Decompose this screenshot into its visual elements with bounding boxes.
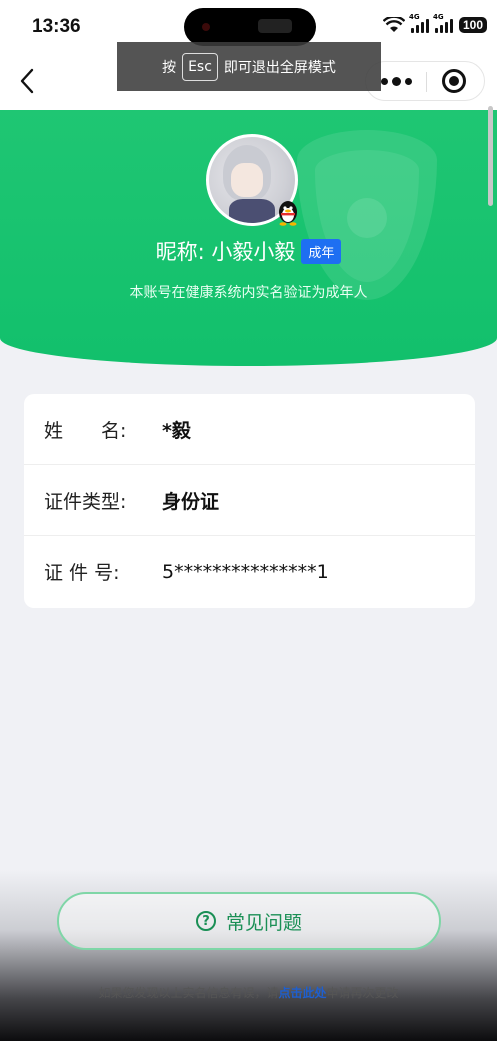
nickname: 昵称: 小毅小毅 — [155, 240, 296, 264]
cellular-signal-icon-2: 4G — [433, 13, 453, 33]
adult-badge: 成年 — [301, 238, 342, 264]
correction-note: 如果您发现以上实名信息有误，请点击此处申请再次更改 — [0, 984, 497, 1001]
esc-key: Esc — [182, 52, 218, 81]
dynamic-island — [184, 8, 316, 46]
status-icons: 4G 4G 100 — [382, 13, 487, 33]
more-dot-icon — [404, 77, 412, 85]
mini-program-capsule — [365, 61, 485, 101]
cellular-signal-icon: 4G — [409, 13, 429, 33]
correction-note-before: 如果您发现以上实名信息有误，请 — [98, 986, 279, 1000]
correction-note-after: 申请再次更改 — [326, 986, 399, 1000]
esc-hint-prefix: 按 — [162, 59, 177, 76]
name-value: *毅 — [162, 419, 191, 442]
network-type-label: 4G — [408, 13, 420, 21]
id-type-label: 证件类型: — [44, 490, 127, 513]
correction-link[interactable]: 点击此处 — [278, 986, 326, 1000]
profile-header: 昵称: 小毅小毅 成年 本账号在健康系统内实名验证为成年人 — [0, 110, 497, 366]
scrollbar[interactable] — [488, 106, 493, 206]
question-icon: ? — [195, 911, 216, 931]
id-type-row: 证件类型: 身份证 — [24, 465, 475, 536]
name-label: 姓 名: — [44, 419, 127, 442]
battery-icon: 100 — [458, 17, 487, 33]
more-dot-icon — [380, 77, 388, 85]
faq-button[interactable]: ? 常见问题 — [57, 892, 441, 950]
chevron-left-icon — [20, 68, 34, 94]
verification-note: 本账号在健康系统内实名验证为成年人 — [129, 285, 368, 301]
id-number-row: 证 件 号: 5***************1 — [24, 536, 475, 607]
target-icon — [442, 69, 466, 93]
id-number-label: 证 件 号: — [44, 562, 120, 584]
recording-dot — [202, 23, 210, 31]
identity-info-card: 姓 名: *毅 证件类型: 身份证 证 件 号: 5**************… — [24, 394, 475, 608]
nickname-row: 昵称: 小毅小毅 成年 — [0, 236, 497, 266]
wifi-icon — [382, 17, 405, 32]
shield-person-decoration — [347, 198, 387, 238]
status-time: 13:36 — [32, 16, 81, 37]
fullscreen-esc-hint: 按 Esc 即可退出全屏模式 — [117, 42, 381, 91]
back-button[interactable] — [14, 66, 44, 96]
name-row: 姓 名: *毅 — [24, 394, 475, 465]
faq-label: 常见问题 — [225, 911, 302, 934]
qq-penguin-icon — [279, 201, 297, 226]
esc-hint-suffix: 即可退出全屏模式 — [223, 59, 336, 76]
more-dot-icon — [391, 76, 401, 86]
close-mini-program-button[interactable] — [424, 62, 484, 100]
network-type-label-2: 4G — [432, 13, 444, 21]
id-type-value: 身份证 — [162, 490, 220, 513]
recording-timer — [258, 19, 292, 33]
id-number-value: 5***************1 — [162, 560, 329, 583]
